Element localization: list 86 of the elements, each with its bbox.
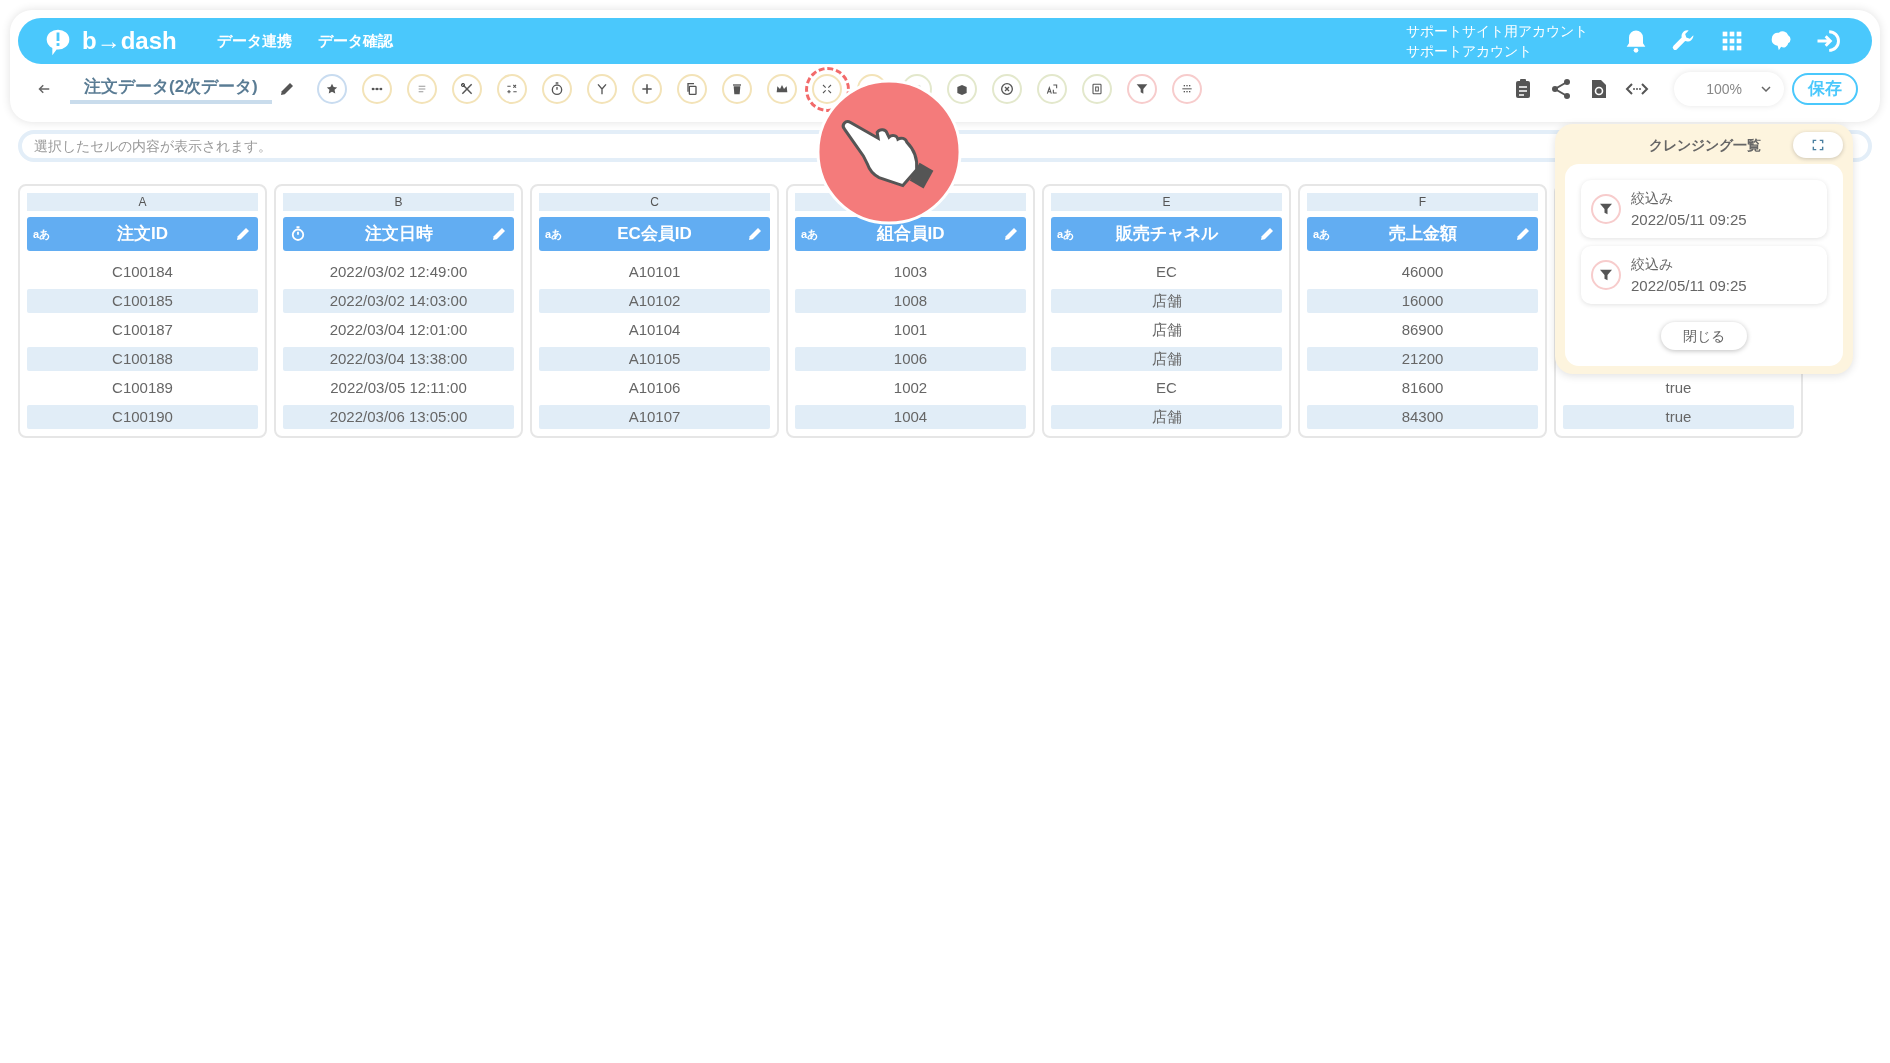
table-cell[interactable]: C100184 (27, 260, 258, 284)
table-cell[interactable]: 2022/03/06 13:05:00 (283, 405, 514, 429)
account-name: サポートアカウント (1406, 42, 1533, 61)
table-cell[interactable]: EC (1051, 260, 1282, 284)
table-cell[interactable]: 46000 (1307, 260, 1538, 284)
table-cell[interactable]: 2022/03/05 12:11:00 (283, 376, 514, 400)
type-label: aあ (1313, 226, 1331, 242)
table-cell[interactable]: EC (1051, 376, 1282, 400)
column-title: EC会員ID (616, 223, 693, 246)
column-letter[interactable]: E (1051, 193, 1282, 211)
grid-icon[interactable] (1172, 74, 1203, 104)
cleansing-item[interactable]: 絞込み 2022/05/11 09:25 (1581, 180, 1827, 238)
column-title: 売上金額 (1387, 223, 1458, 246)
timer-icon[interactable] (542, 74, 573, 104)
table-cell[interactable]: 店舗 (1051, 289, 1282, 313)
filter-icon (1591, 260, 1621, 290)
shrink-icon[interactable] (812, 74, 843, 104)
column-title: 注文日時 (363, 223, 434, 246)
table-cell[interactable]: 店舗 (1051, 347, 1282, 371)
table-cell[interactable]: A10105 (539, 347, 770, 371)
table-cell[interactable]: C100185 (27, 289, 258, 313)
logo-text: b→dash (82, 26, 177, 56)
plus-icon[interactable] (632, 74, 663, 104)
dots-icon[interactable] (362, 74, 393, 104)
panel-title: クレンジング一覧 (1648, 135, 1762, 155)
table-cell[interactable]: 2022/03/02 14:03:00 (283, 289, 514, 313)
table-cell[interactable]: 16000 (1307, 289, 1538, 313)
column-letter[interactable]: B (283, 193, 514, 211)
table-cell[interactable]: 2022/03/02 12:49:00 (283, 260, 514, 284)
table-cell[interactable]: C100190 (27, 405, 258, 429)
item-time: 2022/05/11 09:25 (1631, 276, 1747, 296)
type-label: aあ (801, 226, 819, 242)
translate-icon[interactable] (1037, 74, 1068, 104)
table-cell[interactable]: 1003 (795, 260, 1026, 284)
calculator-icon[interactable] (497, 74, 528, 104)
table-cell[interactable]: 86900 (1307, 318, 1538, 342)
table-cell[interactable]: C100189 (27, 376, 258, 400)
table-cell[interactable]: 店舗 (1051, 318, 1282, 342)
type-label: aあ (1057, 226, 1075, 242)
table-cell[interactable]: 84300 (1307, 405, 1538, 429)
cancel-icon[interactable] (992, 74, 1023, 104)
table-cell[interactable]: 店舗 (1051, 405, 1282, 429)
zoom-select[interactable]: 100% (1674, 72, 1784, 106)
filter-icon (1591, 194, 1621, 224)
close-button[interactable]: 閉じる (1661, 322, 1747, 350)
account-name: サポートサイト用アカウント (1406, 22, 1588, 41)
table-cell[interactable]: 2022/03/04 13:38:00 (283, 347, 514, 371)
table-cell[interactable]: 1008 (795, 289, 1026, 313)
table-cell[interactable]: true (1563, 376, 1794, 400)
table-cell[interactable]: 2022/03/04 12:01:00 (283, 318, 514, 342)
table-cell[interactable]: A10101 (539, 260, 770, 284)
branch-icon[interactable] (587, 74, 618, 104)
table-cell[interactable]: A10102 (539, 289, 770, 313)
column-title: 注文ID (116, 223, 169, 246)
column-title: 組合員ID (875, 223, 946, 246)
table-cell[interactable]: A10107 (539, 405, 770, 429)
copy-icon[interactable] (677, 74, 708, 104)
column-letter[interactable]: C (539, 193, 770, 211)
table-cell[interactable]: A10106 (539, 376, 770, 400)
type-label: aあ (545, 226, 563, 242)
column-title: 販売チャネル (1114, 223, 1219, 246)
table-cell[interactable]: C100187 (27, 318, 258, 342)
table-cell[interactable]: 1002 (795, 376, 1026, 400)
cleansing-item[interactable]: 絞込み 2022/05/11 09:25 (1581, 246, 1827, 304)
table-cell[interactable]: A10104 (539, 318, 770, 342)
table-cell[interactable]: 1006 (795, 347, 1026, 371)
filter-icon[interactable] (1127, 74, 1158, 104)
sheet-title[interactable]: 注文データ(2次データ) (70, 73, 272, 105)
table-cell[interactable]: C100188 (27, 347, 258, 371)
crown-icon[interactable] (767, 74, 798, 104)
column-letter[interactable]: A (27, 193, 258, 211)
table-cell[interactable]: true (1563, 405, 1794, 429)
zero-icon[interactable] (1082, 74, 1113, 104)
table-cell[interactable]: 1004 (795, 405, 1026, 429)
item-time: 2022/05/11 09:25 (1631, 210, 1747, 230)
trash-icon[interactable] (722, 74, 753, 104)
column-letter[interactable]: F (1307, 193, 1538, 211)
timer-icon (289, 225, 307, 243)
item-label: 絞込み (1631, 255, 1674, 274)
table-cell[interactable]: 21200 (1307, 347, 1538, 371)
type-label: aあ (33, 226, 51, 242)
table-cell[interactable]: 81600 (1307, 376, 1538, 400)
item-label: 絞込み (1631, 189, 1674, 208)
tools-icon[interactable] (452, 74, 483, 104)
table-cell[interactable]: 1001 (795, 318, 1026, 342)
box-icon[interactable] (947, 74, 978, 104)
